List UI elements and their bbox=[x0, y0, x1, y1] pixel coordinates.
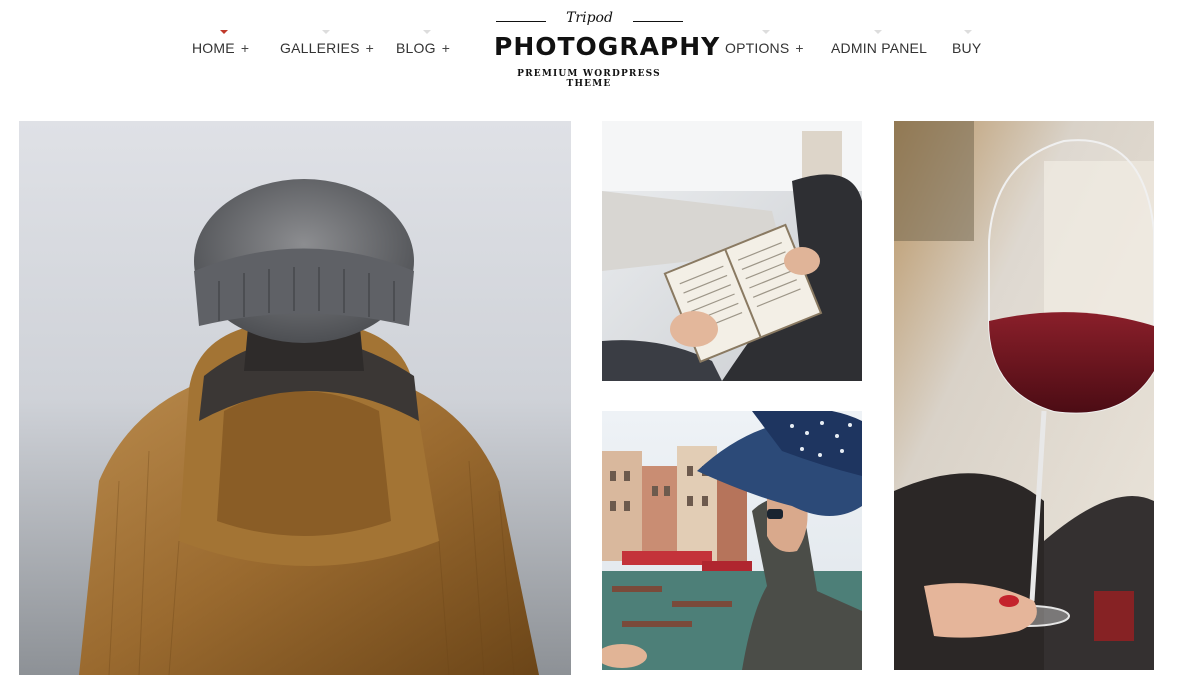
nav-item-galleries[interactable]: GALLERIES + bbox=[280, 30, 374, 56]
caret-icon bbox=[322, 30, 330, 34]
plus-icon[interactable]: + bbox=[241, 40, 249, 56]
logo-title: PHOTOGRAPHY bbox=[494, 32, 721, 61]
active-caret-icon bbox=[220, 30, 228, 34]
nav-label: HOME bbox=[192, 40, 235, 56]
nav-item-buy[interactable]: BUY bbox=[952, 30, 982, 56]
gallery-photo-hooded-jacket[interactable] bbox=[19, 121, 571, 675]
logo-script: Tripod bbox=[566, 10, 613, 26]
caret-icon bbox=[874, 30, 882, 34]
logo-rule-left bbox=[496, 21, 546, 22]
nav-item-home[interactable]: HOME + bbox=[192, 30, 249, 56]
plus-icon[interactable]: + bbox=[795, 40, 803, 56]
nav-label: OPTIONS bbox=[725, 40, 790, 56]
nav-item-options[interactable]: OPTIONS + bbox=[725, 30, 804, 56]
photo-wine-image bbox=[894, 121, 1154, 670]
plus-icon[interactable]: + bbox=[442, 40, 450, 56]
nav-label: BLOG bbox=[396, 40, 436, 56]
nav-label: ADMIN PANEL bbox=[831, 40, 928, 56]
caret-icon bbox=[964, 30, 972, 34]
gallery-photo-book[interactable] bbox=[602, 121, 862, 381]
logo-tagline: PREMIUM WORDPRESS THEME bbox=[517, 69, 661, 89]
nav-label: GALLERIES bbox=[280, 40, 360, 56]
nav-item-blog[interactable]: BLOG + bbox=[396, 30, 450, 56]
nav-label: BUY bbox=[952, 40, 982, 56]
site-header: HOME + GALLERIES + BLOG + Tripod PHOTOGRAPH… bbox=[0, 0, 1202, 110]
photo-book-image bbox=[602, 121, 862, 381]
site-logo[interactable]: Tripod PHOTOGRAPHY PREMIUM WORDPRESS THE… bbox=[494, 10, 721, 89]
caret-icon bbox=[762, 30, 770, 34]
photo-hat-image bbox=[602, 411, 862, 670]
caret-icon bbox=[423, 30, 431, 34]
gallery-photo-wine[interactable] bbox=[894, 121, 1154, 670]
photo-hooded-jacket-image bbox=[19, 121, 571, 675]
nav-item-admin-panel[interactable]: ADMIN PANEL bbox=[831, 30, 928, 56]
plus-icon[interactable]: + bbox=[366, 40, 374, 56]
logo-rule-right bbox=[633, 21, 683, 22]
gallery-photo-hat[interactable] bbox=[602, 411, 862, 670]
